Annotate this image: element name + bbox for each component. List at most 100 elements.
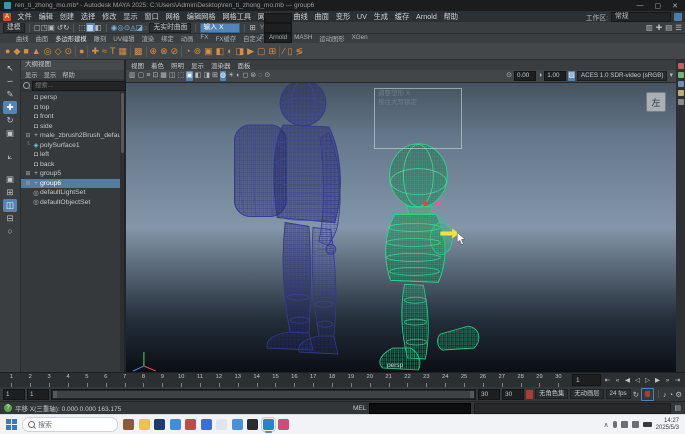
frame-tick[interactable]: 30	[549, 373, 568, 387]
menu-item[interactable]: 网格工具	[219, 12, 255, 21]
frame-tick[interactable]: 6	[96, 373, 115, 387]
clock-icon[interactable]: ◔	[669, 390, 674, 399]
absolute-transform-icon[interactable]: ⊞	[249, 23, 255, 32]
tool-button[interactable]: ↻	[3, 114, 17, 127]
shelf-tool-icon[interactable]	[87, 46, 88, 57]
viewport-toolbar-icon[interactable]: ⊙	[264, 71, 270, 81]
shelf-tool-icon[interactable]: ⊘	[171, 44, 179, 58]
mel-input-field[interactable]	[369, 403, 471, 414]
shelf-tab[interactable]: UV编辑	[113, 34, 134, 43]
outliner-item[interactable]: left	[21, 150, 124, 160]
outliner-item[interactable]: persp	[21, 93, 124, 103]
frame-tick[interactable]: 3	[40, 373, 59, 387]
tool-button[interactable]: ✎	[3, 88, 17, 101]
shelf-tab[interactable]: Arnold	[269, 34, 287, 43]
frame-tick[interactable]: 2	[21, 373, 40, 387]
outliner-item[interactable]: top	[21, 103, 124, 113]
taskbar-app-icon[interactable]	[247, 419, 258, 430]
viewport-toolbar-icon[interactable]: ◻	[242, 71, 248, 81]
menu-item[interactable]: 文件	[14, 12, 35, 21]
frame-tick[interactable]: 29	[530, 373, 549, 387]
dock-tab-icon[interactable]	[678, 90, 684, 96]
taskbar-app-icon[interactable]	[278, 419, 289, 430]
outliner-menu-item[interactable]: 显示	[25, 70, 38, 79]
taskbar-app-icon[interactable]	[170, 419, 181, 430]
quick-input-field[interactable]: 输入 X	[200, 23, 240, 33]
playback-button[interactable]: «	[613, 377, 622, 384]
viewport-menu-item[interactable]: 显示	[191, 60, 204, 70]
shelf-tool-icon[interactable]: ≈	[102, 44, 107, 58]
frame-tick[interactable]: 15	[266, 373, 285, 387]
selection-mask-icon[interactable]: ⬚	[78, 23, 85, 32]
menu-item[interactable]: 缓存	[391, 12, 412, 21]
colorspace-dropdown-arrow[interactable]: ▾	[669, 71, 673, 81]
gamma-icon[interactable]: ◑	[538, 71, 542, 81]
frame-tick[interactable]: 7	[115, 373, 134, 387]
auto-key-toggle[interactable]	[641, 388, 654, 401]
playback-button[interactable]: ◁	[633, 376, 642, 384]
battery-icon[interactable]	[643, 422, 652, 427]
menu-item[interactable]: 曲线	[290, 12, 311, 21]
menu-item[interactable]: 选择	[78, 12, 99, 21]
viewport-toolbar-icon[interactable]: ⊞	[212, 71, 218, 81]
viewport-toolbar-icon[interactable]: ◧	[195, 71, 202, 81]
taskbar-search[interactable]: 搜索	[22, 417, 118, 432]
workspace-icon[interactable]	[674, 13, 682, 21]
outliner-item[interactable]: └ polySurface1	[21, 141, 124, 151]
shelf-tool-icon[interactable]	[75, 46, 76, 57]
viewport-toolbar-icon[interactable]: ◍	[220, 71, 226, 81]
frame-tick[interactable]: 16	[285, 373, 304, 387]
frame-tick[interactable]: 28	[511, 373, 530, 387]
live-surface-field[interactable]: 无实时曲面	[149, 23, 191, 33]
menu-item[interactable]: 曲面	[311, 12, 332, 21]
outliner-menu-item[interactable]: 帮助	[62, 70, 75, 79]
range-slider[interactable]	[51, 389, 476, 400]
close-button[interactable]: ✕	[672, 2, 678, 10]
viewport-toolbar-icon[interactable]: ▦	[160, 71, 167, 81]
shelf-tool-icon[interactable]: ●	[5, 44, 10, 58]
frame-tick[interactable]: 1	[2, 373, 21, 387]
shelf-tab[interactable]: 曲面	[36, 34, 49, 43]
playback-button[interactable]: ◀	[623, 376, 632, 384]
shelf-tab[interactable]: FX缓存	[215, 34, 236, 43]
shelf-tool-icon[interactable]: ●	[79, 44, 84, 58]
shelf-tool-icon[interactable]: ▢	[257, 44, 266, 58]
colorspace-dropdown[interactable]: ACES 1.0 SDR-video (sRGB)	[577, 71, 668, 81]
file-op-icon[interactable]: ▣	[48, 23, 55, 32]
dock-tab-icon[interactable]	[678, 72, 684, 78]
frame-tick[interactable]: 21	[379, 373, 398, 387]
workspace-dropdown[interactable]: 常规	[611, 12, 671, 22]
tool-button[interactable]: ✚	[3, 101, 17, 114]
maya-menu-icon[interactable]: A	[3, 13, 11, 21]
layout-button[interactable]: ⊞	[3, 186, 17, 199]
shelf-tool-icon[interactable]: ▲	[32, 44, 41, 58]
frame-tick[interactable]: 17	[304, 373, 323, 387]
viewport-toolbar-icon[interactable]: ▢	[138, 71, 145, 81]
playback-button[interactable]: ⇤	[603, 376, 612, 384]
snap-icon[interactable]: ◪	[136, 23, 143, 32]
outliner-menu-item[interactable]: 显示	[44, 70, 57, 79]
dock-tab-icon[interactable]	[678, 81, 684, 87]
sidebar-toggle-icon[interactable]: ▥	[646, 23, 653, 32]
frame-tick[interactable]: 11	[191, 373, 210, 387]
expander-icon[interactable]: ⊟	[24, 132, 32, 139]
frame-tick[interactable]: 9	[153, 373, 172, 387]
exposure-field[interactable]: 0.00	[514, 71, 536, 81]
sidebar-toggle-icon[interactable]: ☰	[675, 23, 682, 32]
shelf-tool-icon[interactable]	[279, 46, 280, 57]
shelf-tool-icon[interactable]: ◇	[55, 44, 62, 58]
shelf-tool-icon[interactable]: ▣	[204, 44, 213, 58]
viewport-menu-item[interactable]: 渲染器	[211, 60, 231, 70]
playback-start-field[interactable]: 1	[27, 389, 49, 400]
anim-end-field[interactable]: 30	[502, 389, 524, 400]
shelf-tool-icon[interactable]: ■	[23, 44, 28, 58]
shelf-tab[interactable]: 运动图形	[319, 34, 344, 43]
time-slider[interactable]: 1234567891011121314151617181920212223242…	[0, 372, 685, 387]
menu-item[interactable]: 网格	[162, 12, 183, 21]
frame-tick[interactable]: 5	[77, 373, 96, 387]
file-op-icon[interactable]: ▢	[34, 23, 41, 32]
playback-button[interactable]: »	[663, 377, 672, 384]
shelf-tool-icon[interactable]: T	[110, 44, 116, 58]
undo-redo-icon[interactable]: ↻	[63, 23, 69, 32]
exposure-icon[interactable]: ⊙	[506, 71, 512, 81]
